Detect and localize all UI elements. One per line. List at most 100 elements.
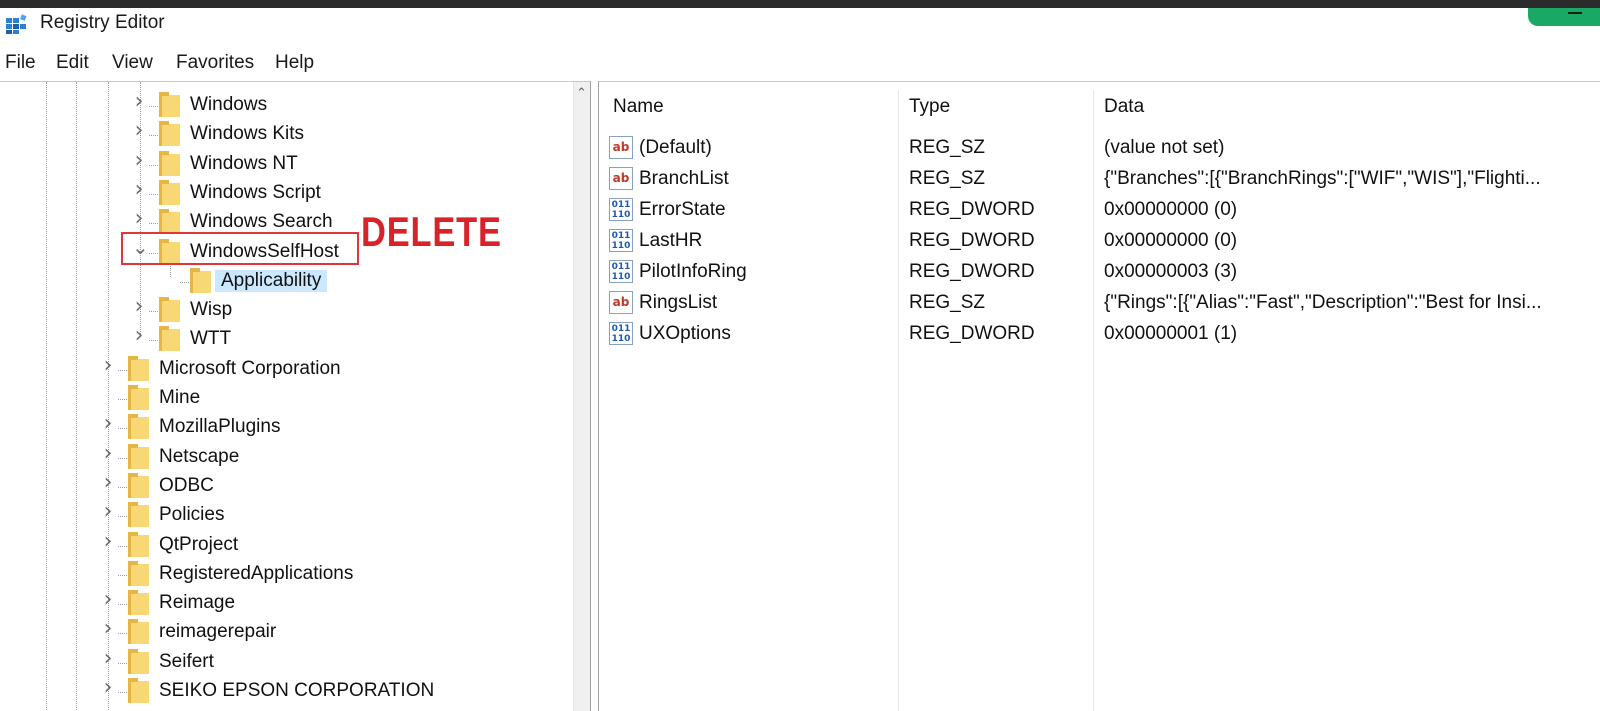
registry-editor-window: Registry Editor File Edit View Favorites… — [0, 8, 1600, 711]
minimize-button[interactable] — [1528, 8, 1600, 26]
chevron-right-icon[interactable]: › — [132, 294, 146, 319]
chevron-right-icon[interactable]: › — [101, 675, 115, 700]
chevron-right-icon[interactable]: › — [132, 177, 146, 202]
value-row[interactable]: ab (Default) REG_SZ (value not set) — [599, 133, 1600, 164]
chevron-right-icon[interactable]: › — [101, 470, 115, 495]
tree-item-label: SEIKO EPSON CORPORATION — [159, 680, 435, 701]
menu-favorites[interactable]: Favorites — [176, 52, 254, 74]
tree-item-mine[interactable]: Mine — [101, 385, 541, 414]
folder-icon — [128, 531, 149, 557]
folder-icon — [128, 590, 149, 616]
tree-item-label: QtProject — [159, 533, 239, 555]
menu-file[interactable]: File — [5, 52, 36, 74]
menu-view[interactable]: View — [112, 52, 153, 74]
tree-item-windows-script[interactable]: › Windows Script — [132, 177, 572, 209]
chevron-right-icon[interactable]: › — [132, 89, 146, 114]
column-header-name[interactable]: Name — [613, 96, 664, 118]
chevron-right-icon[interactable]: › — [132, 118, 146, 143]
tree-item-seifert[interactable]: › Seifert — [101, 646, 541, 678]
tree-item-netscape[interactable]: › Netscape — [101, 441, 541, 473]
tree-item-label: MozillaPlugins — [159, 416, 281, 438]
tree-item-wtt[interactable]: › WTT — [132, 323, 572, 355]
folder-icon — [128, 414, 149, 440]
tree-item-label: Applicability — [215, 269, 328, 292]
tree-item-label: Seifert — [159, 650, 214, 672]
tree-item-mozillaplugins[interactable]: › MozillaPlugins — [101, 411, 541, 443]
value-row[interactable]: 011 110 LastHR REG_DWORD 0x00000000 (0) — [599, 226, 1600, 257]
value-row[interactable]: ab RingsList REG_SZ {"Rings":[{"Alias":"Fas… — [599, 288, 1600, 319]
value-row[interactable]: 011 110 PilotInfoRing REG_DWORD 0x00000003 … — [599, 257, 1600, 288]
tree-item-label: Windows Script — [190, 181, 321, 203]
tree-scrollbar[interactable]: ⌃ — [573, 82, 590, 711]
folder-icon — [128, 385, 149, 410]
minimize-icon — [1568, 12, 1582, 14]
column-header-data[interactable]: Data — [1104, 96, 1144, 118]
binary-value-icon: 011 110 — [609, 260, 633, 283]
value-data: 0x00000003 (3) — [1104, 261, 1238, 282]
column-header-type[interactable]: Type — [909, 96, 950, 118]
tree-item-label: Windows Kits — [190, 123, 305, 145]
folder-icon — [159, 297, 180, 323]
string-value-icon: ab — [609, 136, 633, 159]
binary-value-icon: 011 110 — [609, 229, 633, 252]
tree-item-qtproject[interactable]: › QtProject — [101, 529, 541, 561]
tree-item-reimage[interactable]: › Reimage — [101, 587, 541, 619]
chevron-right-icon[interactable]: › — [101, 499, 115, 524]
string-value-icon: ab — [609, 291, 633, 314]
value-data: (value not set) — [1104, 137, 1225, 158]
tree-item-windows-nt[interactable]: › Windows NT — [132, 148, 572, 180]
value-type: REG_SZ — [909, 168, 986, 189]
chevron-right-icon[interactable]: › — [101, 587, 115, 612]
tree-item-label: Windows — [190, 94, 268, 115]
tree-item-label: Microsoft Corporation — [159, 357, 341, 379]
value-row[interactable]: 011 110 UXOptions REG_DWORD 0x00000001 (1) — [599, 319, 1600, 350]
tree-item-seiko-epson-corporation[interactable]: › SEIKO EPSON CORPORATION — [101, 675, 541, 707]
value-name: (Default) — [639, 137, 712, 158]
value-data: {"Rings":[{"Alias":"Fast","Description":… — [1104, 292, 1542, 313]
binary-value-icon: 011 110 — [609, 198, 633, 221]
value-name: LastHR — [639, 230, 703, 251]
title-bar: Registry Editor — [0, 8, 1600, 40]
value-row[interactable]: ab BranchList REG_SZ {"Branches":[{"BranchR… — [599, 164, 1600, 195]
tree-item-registeredapplications[interactable]: RegisteredApplications — [101, 560, 541, 590]
scroll-up-icon[interactable]: ⌃ — [576, 86, 587, 101]
chevron-right-icon[interactable]: › — [101, 353, 115, 378]
value-data: 0x00000000 (0) — [1104, 230, 1238, 251]
chevron-right-icon[interactable]: › — [101, 646, 115, 671]
chevron-right-icon[interactable]: › — [101, 529, 115, 554]
folder-icon — [159, 326, 180, 352]
tree-item-label: RegisteredApplications — [159, 562, 354, 584]
value-name: RingsList — [639, 292, 718, 313]
folder-icon — [128, 355, 149, 381]
tree-item-windows[interactable]: › Windows — [132, 89, 572, 121]
tree-item-applicability[interactable]: Applicability — [163, 267, 590, 297]
chevron-right-icon[interactable]: › — [101, 441, 115, 466]
chevron-right-icon[interactable]: › — [132, 323, 146, 348]
chevron-right-icon[interactable]: › — [101, 616, 115, 641]
value-type: REG_SZ — [909, 137, 986, 158]
folder-icon — [128, 443, 149, 469]
tree-item-label: ODBC — [159, 474, 214, 496]
highlight-box — [121, 232, 359, 265]
tree-item-odbc[interactable]: › ODBC — [101, 470, 541, 502]
chevron-right-icon[interactable]: › — [132, 206, 146, 231]
menu-help[interactable]: Help — [275, 52, 314, 74]
folder-icon — [159, 179, 180, 205]
folder-icon — [128, 502, 149, 528]
value-type: REG_DWORD — [909, 230, 1035, 251]
delete-annotation: DELETE — [361, 208, 502, 255]
tree-item-label: Windows Search — [190, 211, 333, 233]
folder-icon — [128, 648, 149, 674]
tree-item-wisp[interactable]: › Wisp — [132, 294, 572, 326]
menu-edit[interactable]: Edit — [56, 52, 89, 74]
value-name: PilotInfoRing — [639, 261, 747, 282]
tree-item-policies[interactable]: › Policies — [101, 499, 541, 531]
window-title: Registry Editor — [40, 12, 165, 33]
chevron-right-icon[interactable]: › — [101, 411, 115, 436]
tree-item-windows-kits[interactable]: › Windows Kits — [132, 118, 572, 150]
value-row[interactable]: 011 110 ErrorState REG_DWORD 0x00000000 (0) — [599, 195, 1600, 226]
tree-item-microsoft-corporation[interactable]: › Microsoft Corporation — [101, 353, 541, 385]
tree-item-label: WTT — [190, 328, 232, 350]
chevron-right-icon[interactable]: › — [132, 148, 146, 173]
tree-item-reimagerepair[interactable]: › reimagerepair — [101, 616, 541, 648]
